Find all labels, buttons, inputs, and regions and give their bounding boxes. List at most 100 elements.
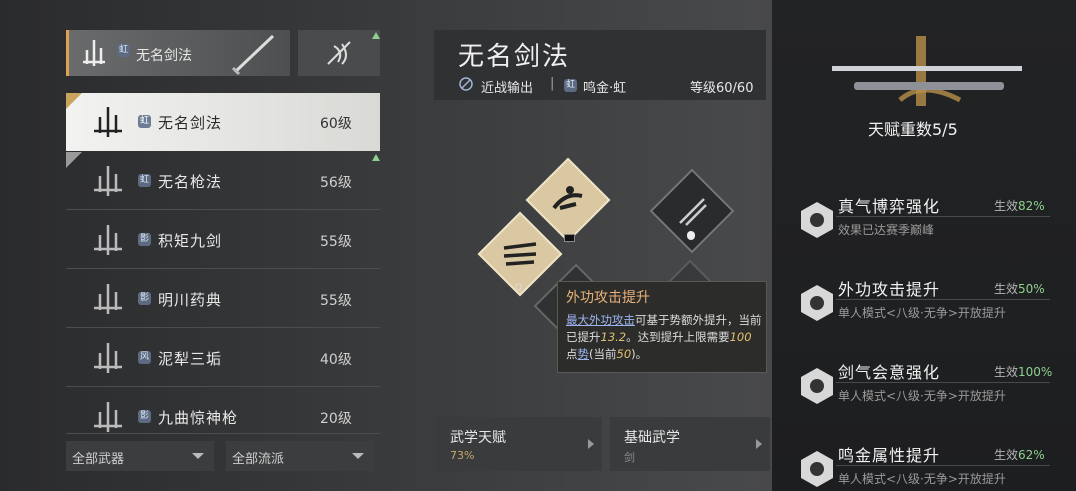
talent-desc: 单人模式<八级·无争>开放提升 bbox=[838, 306, 1006, 320]
effect-value: 82% bbox=[1018, 199, 1045, 213]
martial-art-name: 无名剑法 bbox=[158, 114, 223, 132]
martial-art-icon bbox=[94, 284, 122, 314]
divider bbox=[836, 465, 1050, 466]
tooltip-body: 最大外功攻击可基于势额外提升，当前已提升13.2。达到提升上限需要100点势(当… bbox=[566, 312, 762, 363]
martial-talent-button[interactable]: 武学天赋 73% bbox=[436, 417, 602, 471]
divider bbox=[836, 382, 1050, 383]
chevron-down-icon bbox=[352, 453, 364, 459]
list-item[interactable]: 虹无名剑法 60级 bbox=[66, 93, 380, 151]
school-badge: 风 bbox=[138, 351, 151, 364]
effect-value: 100% bbox=[1018, 365, 1053, 379]
effect-value: 62% bbox=[1018, 448, 1045, 462]
martial-art-level: 20级 bbox=[320, 411, 352, 427]
talent-effect: 生效50% bbox=[994, 280, 1045, 297]
martial-art-name: 泥犁三垢 bbox=[158, 350, 223, 368]
list-item[interactable]: 风泥犁三垢 40级 bbox=[66, 329, 380, 387]
talent-icon bbox=[801, 202, 833, 238]
tab-spear[interactable] bbox=[298, 30, 380, 76]
weapon-filter-dropdown[interactable]: 全部武器 bbox=[66, 441, 214, 471]
upgrade-arrow-icon bbox=[372, 154, 380, 161]
talent-icon bbox=[801, 451, 833, 487]
school-badge: 虹 bbox=[564, 79, 577, 92]
talent-name: 真气博弈强化 bbox=[838, 197, 941, 216]
tooltip-value: 100 bbox=[729, 330, 752, 344]
tooltip-title: 外功攻击提升 bbox=[566, 290, 650, 306]
school-filter-dropdown[interactable]: 全部流派 bbox=[226, 441, 374, 471]
effect-label: 生效 bbox=[994, 365, 1019, 379]
mouse-hint-icon bbox=[687, 231, 695, 240]
list-item[interactable]: 影积矩九剑 55级 bbox=[66, 211, 380, 269]
talent-desc: 效果已达赛季巅峰 bbox=[838, 223, 935, 237]
martial-art-icon bbox=[94, 402, 122, 432]
sword-weapon-icon bbox=[231, 34, 275, 76]
tooltip-text: (当前 bbox=[589, 347, 617, 361]
role-label: 近战输出 bbox=[481, 81, 534, 96]
dash-skill-icon bbox=[552, 186, 583, 210]
talent-name: 鸣金属性提升 bbox=[838, 446, 941, 465]
school-badge: 影 bbox=[138, 410, 151, 423]
weapon-filter-label: 全部武器 bbox=[72, 452, 125, 467]
school-badge: 影 bbox=[138, 233, 151, 246]
talent-tier-title: 天赋重数5/5 bbox=[868, 120, 958, 139]
sword-artwork-icon bbox=[832, 36, 1022, 106]
talent-name: 剑气会意强化 bbox=[838, 363, 941, 382]
melee-icon bbox=[459, 77, 473, 91]
martial-art-level: 55级 bbox=[320, 293, 352, 309]
school-badge: 影 bbox=[138, 292, 151, 305]
divider bbox=[836, 299, 1050, 300]
checkmark-icon bbox=[66, 93, 82, 109]
list-item[interactable]: 影明川药典 55级 bbox=[66, 270, 380, 328]
effect-label: 生效 bbox=[994, 448, 1019, 462]
talent-desc: 单人模式<八级·无争>开放提升 bbox=[838, 389, 1006, 403]
spear-school-icon bbox=[327, 41, 351, 65]
blade-skill-icon bbox=[679, 198, 707, 226]
tooltip-link-max-attack[interactable]: 最大外功攻击 bbox=[566, 313, 635, 327]
tooltip-text: 点 bbox=[566, 347, 578, 361]
effect-value: 50% bbox=[1018, 282, 1045, 296]
list-item[interactable]: 虹无名枪法 56级 bbox=[66, 152, 380, 210]
martial-art-icon bbox=[94, 166, 122, 196]
header-separator: | bbox=[550, 76, 555, 91]
checkmark-icon bbox=[66, 152, 82, 168]
button-title: 基础武学 bbox=[624, 430, 680, 446]
key-hint-icon bbox=[564, 234, 575, 242]
school-label: 鸣金·虹 bbox=[583, 81, 627, 96]
martial-art-name: 九曲惊神枪 bbox=[158, 409, 239, 427]
tooltip-text: 。达到提升上限需要 bbox=[626, 330, 730, 344]
effect-label: 生效 bbox=[994, 282, 1019, 296]
upgrade-arrow-icon bbox=[372, 32, 380, 39]
level-label: 等级60/60 bbox=[690, 81, 754, 96]
martial-art-level: 56级 bbox=[320, 175, 352, 191]
martial-art-icon bbox=[94, 343, 122, 373]
skill-title: 无名剑法 bbox=[458, 42, 571, 72]
button-subtitle: 73% bbox=[450, 449, 475, 462]
slash-skill-icon bbox=[503, 242, 537, 266]
effect-label: 生效 bbox=[994, 199, 1019, 213]
talent-icon bbox=[801, 368, 833, 404]
chevron-right-icon bbox=[756, 439, 762, 449]
sword-school-icon bbox=[83, 40, 105, 66]
divider bbox=[836, 216, 1050, 217]
chevron-down-icon bbox=[192, 453, 204, 459]
chevron-right-icon bbox=[588, 439, 594, 449]
martial-art-icon bbox=[94, 225, 122, 255]
martial-art-level: 55级 bbox=[320, 234, 352, 250]
martial-art-icon bbox=[94, 107, 122, 137]
martial-art-name: 明川药典 bbox=[158, 291, 223, 309]
basic-martial-button[interactable]: 基础武学 剑 bbox=[610, 417, 770, 471]
martial-art-name: 积矩九剑 bbox=[158, 232, 223, 250]
list-item[interactable]: 影九曲惊神枪 20级 bbox=[66, 388, 380, 434]
martial-art-name: 无名枪法 bbox=[158, 173, 223, 191]
key-hint-q: Q bbox=[515, 283, 523, 293]
talent-icon bbox=[801, 285, 833, 321]
talent-desc: 单人模式<八级·无争>开放提升 bbox=[838, 472, 1006, 486]
martial-art-level: 40级 bbox=[320, 352, 352, 368]
talent-effect: 生效100% bbox=[994, 363, 1052, 380]
tooltip-value: 13.2 bbox=[600, 330, 627, 344]
button-title: 武学天赋 bbox=[450, 430, 506, 446]
button-subtitle: 剑 bbox=[624, 451, 635, 464]
martial-art-level: 60级 bbox=[320, 116, 352, 132]
school-badge: 虹 bbox=[138, 174, 151, 187]
tooltip-link-momentum[interactable]: 势 bbox=[578, 347, 590, 361]
tooltip-value: 50 bbox=[616, 347, 632, 361]
